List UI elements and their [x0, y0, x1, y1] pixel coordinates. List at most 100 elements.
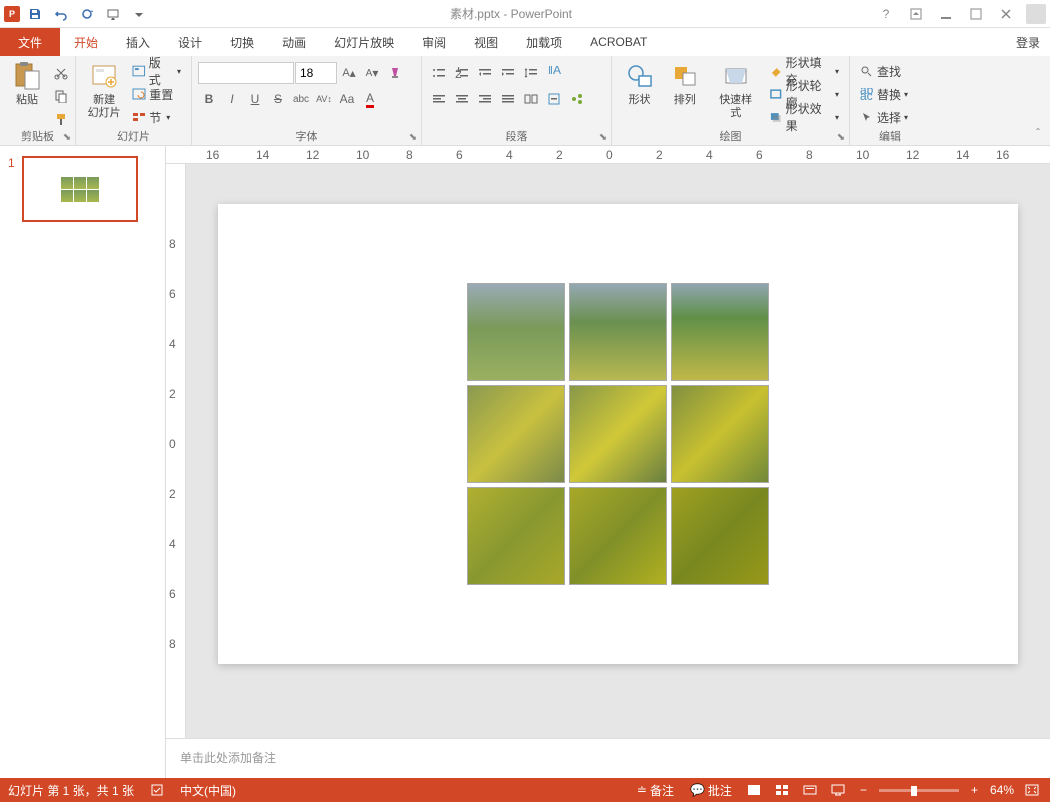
section-button[interactable]: 节▾	[128, 106, 185, 128]
titlebar: P 素材.pptx - PowerPoint ?	[0, 0, 1050, 28]
tab-slideshow[interactable]: 幻灯片放映	[320, 28, 408, 56]
zoom-out-button[interactable]: −	[856, 783, 871, 797]
undo-button[interactable]	[50, 3, 72, 25]
align-center-button[interactable]	[451, 88, 473, 110]
zoom-slider[interactable]	[879, 789, 959, 792]
notes-pane[interactable]: 单击此处添加备注	[166, 738, 1050, 778]
vertical-ruler[interactable]: 864202468	[166, 164, 186, 738]
maximize-button[interactable]	[962, 3, 990, 25]
image-tile-2[interactable]	[569, 283, 667, 381]
font-family-input[interactable]	[198, 62, 294, 84]
zoom-level[interactable]: 64%	[990, 783, 1014, 797]
slide-canvas-area[interactable]	[186, 164, 1050, 738]
horizontal-ruler[interactable]: 1614121086420246810121416	[166, 146, 1050, 164]
redo-button[interactable]	[76, 3, 98, 25]
tab-home[interactable]: 开始	[60, 28, 112, 56]
paste-button[interactable]: 粘贴	[6, 58, 48, 109]
clear-format-button[interactable]	[384, 62, 406, 84]
new-slide-button[interactable]: 新建 幻灯片	[82, 58, 126, 122]
minimize-button[interactable]	[932, 3, 960, 25]
tab-animations[interactable]: 动画	[268, 28, 320, 56]
justify-button[interactable]	[497, 88, 519, 110]
tab-view[interactable]: 视图	[460, 28, 512, 56]
quick-styles-button[interactable]: 快速样式	[708, 58, 763, 122]
decrease-indent-button[interactable]	[474, 62, 496, 84]
qat-customize-button[interactable]	[128, 3, 150, 25]
increase-font-button[interactable]: A▴	[338, 62, 360, 84]
image-tile-9[interactable]	[671, 487, 769, 585]
replace-button[interactable]: abac替换▾	[856, 83, 912, 105]
change-case-button[interactable]: Aa	[336, 88, 358, 110]
language-status[interactable]: 中文(中国)	[180, 782, 236, 799]
shapes-button[interactable]: 形状	[618, 58, 661, 109]
ribbon-display-button[interactable]	[902, 3, 930, 25]
reset-button[interactable]: 重置	[128, 83, 185, 105]
format-painter-button[interactable]	[50, 108, 72, 130]
layout-button[interactable]: 版式▾	[128, 60, 185, 82]
slide[interactable]	[218, 204, 1018, 664]
italic-button[interactable]: I	[221, 88, 243, 110]
columns-button[interactable]	[520, 88, 542, 110]
strikethrough-button[interactable]: S	[267, 88, 289, 110]
tab-addins[interactable]: 加载项	[512, 28, 576, 56]
underline-button[interactable]: U	[244, 88, 266, 110]
slideshow-view-button[interactable]	[828, 782, 848, 798]
tab-acrobat[interactable]: ACROBAT	[576, 28, 661, 56]
image-tile-8[interactable]	[569, 487, 667, 585]
save-button[interactable]	[24, 3, 46, 25]
reading-view-button[interactable]	[800, 782, 820, 798]
user-avatar[interactable]	[1026, 4, 1046, 24]
find-button[interactable]: 查找	[856, 60, 912, 82]
image-tile-6[interactable]	[671, 385, 769, 483]
image-tile-7[interactable]	[467, 487, 565, 585]
notes-toggle-button[interactable]: ≐ 备注	[633, 782, 678, 799]
drawing-launcher[interactable]: ⬊	[835, 131, 847, 143]
text-direction-button[interactable]: ‖A	[543, 62, 565, 84]
image-tile-4[interactable]	[467, 385, 565, 483]
login-button[interactable]: 登录	[1016, 28, 1050, 56]
paragraph-launcher[interactable]: ⬊	[597, 131, 609, 143]
sorter-view-button[interactable]	[772, 782, 792, 798]
normal-view-button[interactable]	[744, 782, 764, 798]
slide-thumbnail-panel[interactable]: 1	[0, 146, 166, 778]
font-launcher[interactable]: ⬊	[407, 131, 419, 143]
font-color-button[interactable]: A	[359, 88, 381, 110]
slide-thumbnail-1[interactable]	[22, 156, 138, 222]
start-slideshow-button[interactable]	[102, 3, 124, 25]
tab-review[interactable]: 审阅	[408, 28, 460, 56]
align-text-button[interactable]	[543, 88, 565, 110]
bullets-button[interactable]	[428, 62, 450, 84]
shape-effects-button[interactable]: 形状效果▾	[765, 106, 843, 128]
numbering-button[interactable]: 12	[451, 62, 473, 84]
help-button[interactable]: ?	[872, 3, 900, 25]
image-tile-3[interactable]	[671, 283, 769, 381]
spell-check-button[interactable]	[146, 783, 168, 797]
shadow-button[interactable]: abc	[290, 88, 312, 110]
image-tile-1[interactable]	[467, 283, 565, 381]
collapse-ribbon-button[interactable]: ˆ	[1030, 125, 1046, 141]
close-button[interactable]	[992, 3, 1020, 25]
tab-transitions[interactable]: 切换	[216, 28, 268, 56]
zoom-in-button[interactable]: +	[967, 783, 982, 797]
smartart-button[interactable]	[566, 88, 588, 110]
align-right-button[interactable]	[474, 88, 496, 110]
tab-design[interactable]: 设计	[164, 28, 216, 56]
align-left-button[interactable]	[428, 88, 450, 110]
char-spacing-button[interactable]: AV↕	[313, 88, 335, 110]
increase-indent-button[interactable]	[497, 62, 519, 84]
bold-button[interactable]: B	[198, 88, 220, 110]
tab-file[interactable]: 文件	[0, 28, 60, 56]
clipboard-launcher[interactable]: ⬊	[61, 131, 73, 143]
image-tile-5[interactable]	[569, 385, 667, 483]
select-button[interactable]: 选择▾	[856, 106, 912, 128]
font-size-input[interactable]	[295, 62, 337, 84]
comments-toggle-button[interactable]: 💬 批注	[686, 782, 736, 799]
arrange-button[interactable]: 排列	[663, 58, 706, 109]
fit-to-window-button[interactable]	[1022, 782, 1042, 798]
copy-button[interactable]	[50, 85, 72, 107]
decrease-font-button[interactable]: A▾	[361, 62, 383, 84]
tab-insert[interactable]: 插入	[112, 28, 164, 56]
cut-button[interactable]	[50, 62, 72, 84]
line-spacing-button[interactable]	[520, 62, 542, 84]
ribbon: 粘贴 剪贴板 ⬊ 新建 幻灯片 版式▾ 重置 节▾ 幻灯片	[0, 56, 1050, 146]
